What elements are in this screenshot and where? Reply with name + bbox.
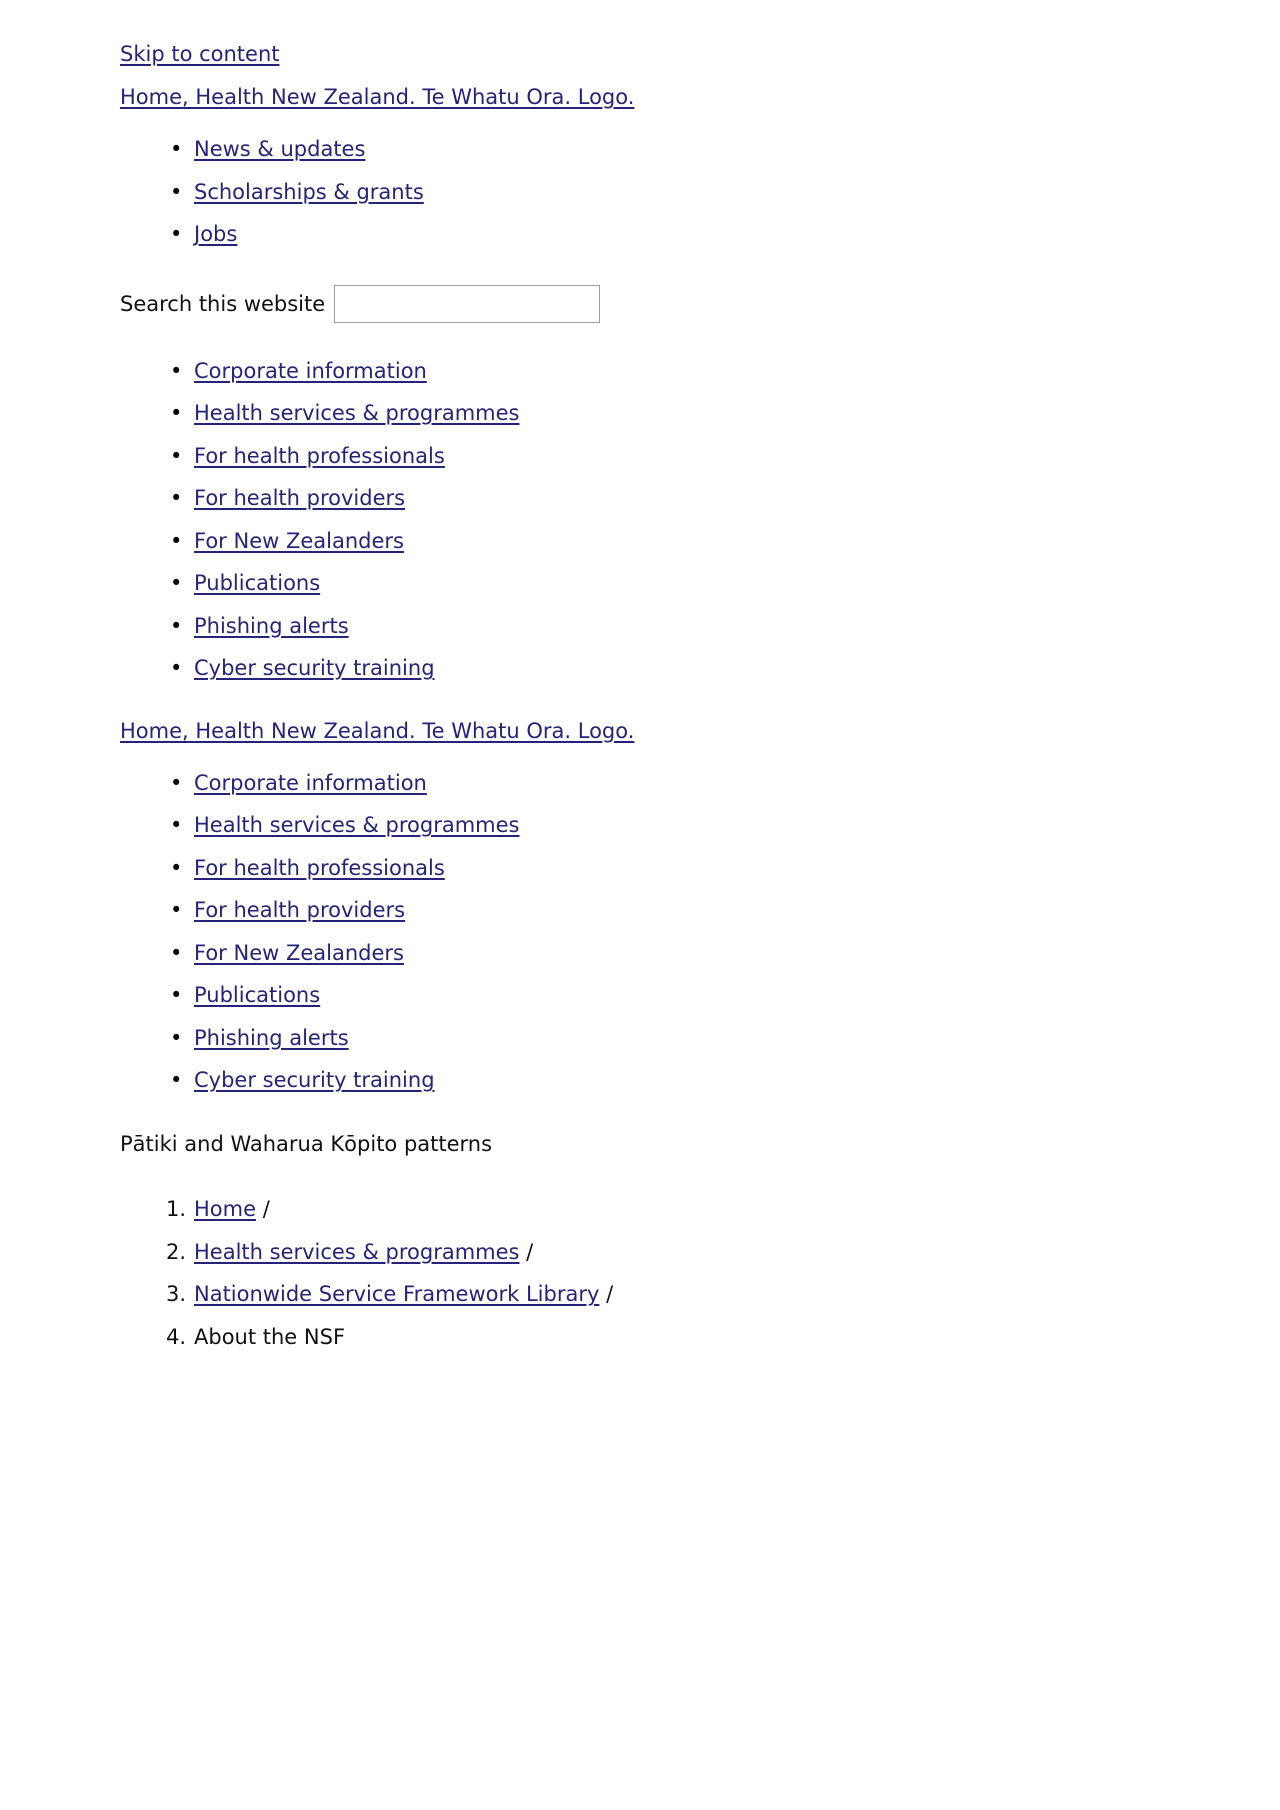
decorative-pattern-caption: Pātiki and Waharua Kōpito patterns [0, 1131, 1280, 1157]
site-search-row: Search this website [0, 284, 1280, 323]
skip-to-content-link[interactable]: Skip to content [120, 44, 1280, 65]
list-item: Phishing alerts [120, 614, 1280, 639]
list-item: For health professionals [120, 444, 1280, 469]
nav-item-health-services-programmes[interactable]: Health services & programmes [194, 401, 519, 425]
list-item: News & updates [120, 137, 1280, 162]
list-item: For health professionals [120, 856, 1280, 881]
list-item: Phishing alerts [120, 1026, 1280, 1051]
nav-item-cyber-security-training[interactable]: Cyber security training [194, 656, 435, 680]
nav-item-jobs[interactable]: Jobs [194, 222, 237, 246]
list-item: Publications [120, 983, 1280, 1008]
search-input[interactable] [334, 284, 601, 323]
nav2-item-publications[interactable]: Publications [194, 983, 320, 1007]
breadcrumb: Home / Health services & programmes / Na… [0, 1198, 1280, 1349]
nav2-item-corporate-information[interactable]: Corporate information [194, 771, 427, 795]
breadcrumb-separator: / [256, 1197, 270, 1222]
page-bottom-spacer [0, 1368, 1280, 1728]
nav2-item-for-health-providers[interactable]: For health providers [194, 898, 405, 922]
breadcrumb-item: About the NSF [120, 1324, 1280, 1350]
primary-navigation-list: Corporate information Health services & … [0, 359, 1280, 681]
list-item: For New Zealanders [120, 529, 1280, 554]
utility-navigation-list: News & updates Scholarships & grants Job… [0, 137, 1280, 247]
nav-item-scholarships-grants[interactable]: Scholarships & grants [194, 180, 424, 204]
home-logo-link-2[interactable]: Home, Health New Zealand. Te Whatu Ora. … [120, 720, 1280, 742]
list-item: Cyber security training [120, 656, 1280, 681]
list-item: For health providers [120, 898, 1280, 923]
search-label: Search this website [120, 291, 326, 316]
document-body: Skip to content Home, Health New Zealand… [0, 0, 1280, 1728]
nav2-item-health-services-programmes[interactable]: Health services & programmes [194, 813, 519, 837]
list-item: Publications [120, 571, 1280, 596]
skip-to-content-row: Skip to content [0, 44, 1280, 65]
nav-item-for-new-zealanders[interactable]: For New Zealanders [194, 529, 404, 553]
list-item: Corporate information [120, 771, 1280, 796]
nav-item-phishing-alerts[interactable]: Phishing alerts [194, 614, 349, 638]
breadcrumb-item: Health services & programmes / [120, 1239, 1280, 1265]
list-item: Jobs [120, 222, 1280, 247]
nav2-item-for-new-zealanders[interactable]: For New Zealanders [194, 941, 404, 965]
breadcrumb-separator: / [519, 1239, 534, 1264]
list-item: For New Zealanders [120, 941, 1280, 966]
breadcrumb-item: Home / [120, 1198, 1280, 1222]
breadcrumb-link-health-services-programmes[interactable]: Health services & programmes [194, 1240, 519, 1264]
breadcrumb-item: Nationwide Service Framework Library / [120, 1283, 1280, 1307]
home-logo-link[interactable]: Home, Health New Zealand. Te Whatu Ora. … [120, 87, 1280, 108]
pattern-caption-text: Pātiki and Waharua Kōpito patterns [120, 1131, 493, 1156]
secondary-navigation-list: Corporate information Health services & … [0, 771, 1280, 1093]
nav2-item-phishing-alerts[interactable]: Phishing alerts [194, 1026, 349, 1050]
site-logo-link-row-2: Home, Health New Zealand. Te Whatu Ora. … [0, 720, 1280, 742]
nav-item-for-health-providers[interactable]: For health providers [194, 486, 405, 510]
breadcrumb-link-home[interactable]: Home [194, 1197, 256, 1222]
list-item: Health services & programmes [120, 813, 1280, 838]
list-item: Health services & programmes [120, 401, 1280, 426]
list-item: Scholarships & grants [120, 180, 1280, 205]
nav-item-news-updates[interactable]: News & updates [194, 137, 365, 161]
list-item: Corporate information [120, 359, 1280, 384]
nav-item-for-health-professionals[interactable]: For health professionals [194, 444, 445, 468]
nav-item-corporate-information[interactable]: Corporate information [194, 359, 427, 383]
breadcrumb-separator: / [599, 1282, 614, 1307]
list-item: For health providers [120, 486, 1280, 511]
site-logo-link-row: Home, Health New Zealand. Te Whatu Ora. … [0, 87, 1280, 108]
nav2-item-for-health-professionals[interactable]: For health professionals [194, 856, 445, 880]
breadcrumb-link-nationwide-service-framework-library[interactable]: Nationwide Service Framework Library [194, 1282, 599, 1307]
breadcrumb-current-page: About the NSF [194, 1324, 346, 1349]
list-item: Cyber security training [120, 1069, 1280, 1093]
nav-item-publications[interactable]: Publications [194, 571, 320, 595]
nav2-item-cyber-security-training[interactable]: Cyber security training [194, 1068, 435, 1093]
